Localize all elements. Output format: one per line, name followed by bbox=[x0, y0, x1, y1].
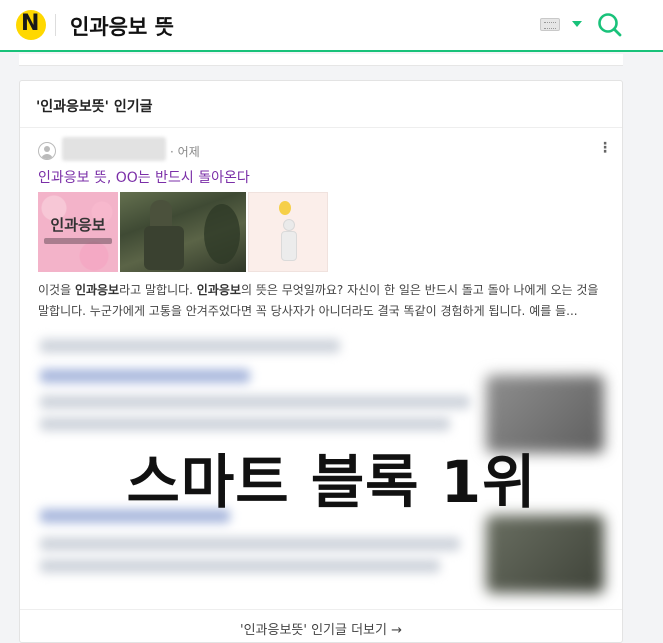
blurred-author-line bbox=[40, 339, 340, 353]
figure-head bbox=[283, 219, 295, 231]
figure-body bbox=[281, 231, 297, 261]
post-title-link[interactable]: 인과응보 뜻, OO는 반드시 돌아온다 bbox=[38, 167, 250, 187]
thumbnail-lightbulb[interactable] bbox=[248, 192, 328, 272]
blurred-thumbnail bbox=[486, 515, 604, 593]
soldier-body-shape bbox=[144, 226, 184, 270]
foliage-shape bbox=[204, 204, 240, 264]
blurred-text-line bbox=[40, 395, 470, 409]
thumbnail-text: 인과응보 bbox=[50, 216, 106, 234]
blurred-text-line bbox=[40, 417, 450, 431]
blurred-title-line bbox=[40, 369, 250, 383]
previous-section-edge bbox=[19, 54, 623, 66]
search-query[interactable]: 인과응보 뜻 bbox=[70, 11, 174, 41]
post-excerpt[interactable]: 이것을 인과응보라고 말합니다. 인과응보의 뜻은 무엇일까요? 자신이 한 일… bbox=[38, 280, 610, 322]
lightbulb-icon bbox=[279, 201, 291, 215]
search-icon[interactable] bbox=[596, 11, 624, 39]
overlay-caption: 스마트 블록 1위 bbox=[126, 448, 537, 516]
header-divider bbox=[55, 14, 56, 36]
post-time: · 어제 bbox=[170, 145, 200, 159]
popular-posts-card: '인과응보뜻' 인기글 · 어제 ⋮ 인과응보 뜻, OO는 반드시 돌아온다 … bbox=[19, 80, 623, 643]
author-name-blurred[interactable] bbox=[62, 137, 166, 161]
divider bbox=[20, 609, 622, 610]
thumbnail-caption bbox=[44, 238, 112, 244]
avatar[interactable] bbox=[38, 142, 56, 160]
divider bbox=[20, 127, 622, 128]
blurred-text-line bbox=[40, 559, 440, 573]
naver-logo[interactable]: N bbox=[16, 10, 46, 40]
more-popular-posts-link[interactable]: '인과응보뜻' 인기글 더보기 → bbox=[20, 619, 622, 638]
blurred-text-line bbox=[40, 537, 460, 551]
search-header: N 인과응보 뜻 bbox=[0, 0, 663, 52]
thumbnail-soldiers[interactable] bbox=[120, 192, 246, 272]
more-options-icon[interactable]: ⋮ bbox=[598, 141, 612, 155]
thumbnail-hearts[interactable]: 인과응보 bbox=[38, 192, 118, 272]
keyboard-icon[interactable] bbox=[540, 18, 560, 31]
chevron-down-icon[interactable] bbox=[572, 21, 582, 27]
card-title: '인과응보뜻' 인기글 bbox=[36, 99, 153, 115]
